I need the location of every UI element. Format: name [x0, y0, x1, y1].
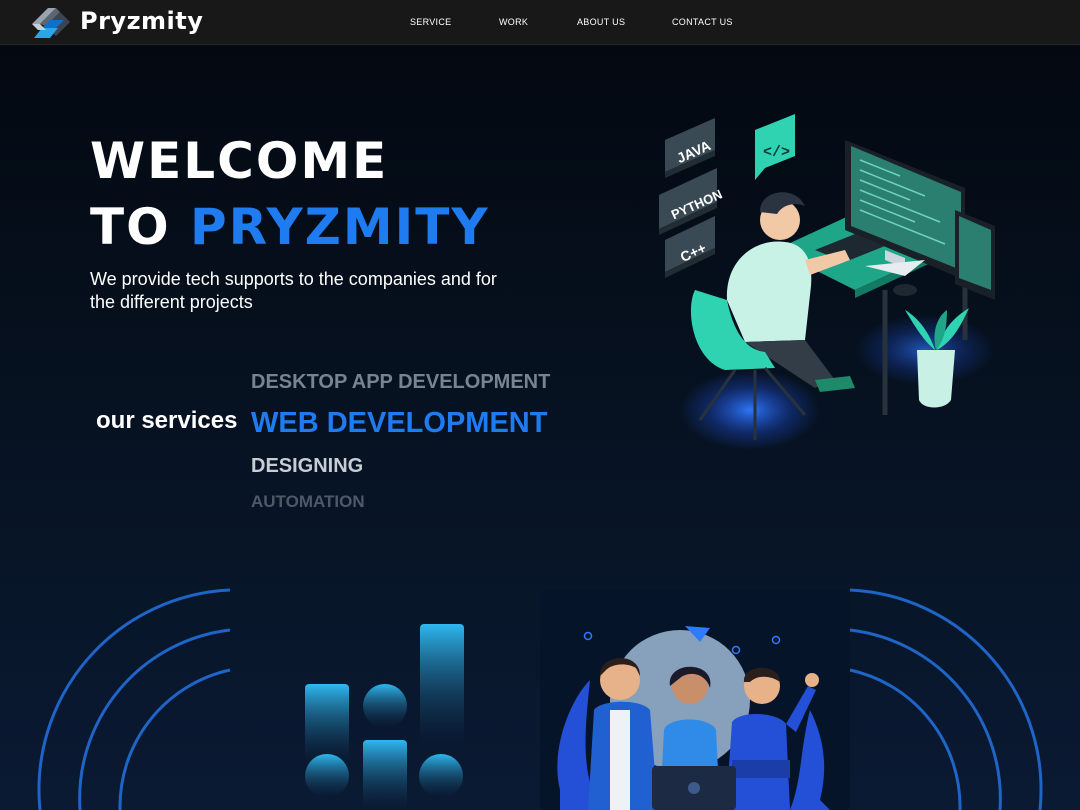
- brand-name[interactable]: Pryzmity: [80, 7, 203, 35]
- code-bubble-icon: </>: [755, 114, 795, 180]
- developer-illustration: JAVA PYTHON C++ </>: [659, 114, 995, 450]
- service-item-desktop-app[interactable]: DESKTOP APP DEVELOPMENT: [251, 371, 550, 394]
- svg-text:</>: </>: [763, 144, 790, 161]
- service-item-web-development[interactable]: WEB DEVELOPMENT: [251, 407, 547, 440]
- service-item-designing[interactable]: DESIGNING: [251, 455, 363, 478]
- service-item-automation[interactable]: AUTOMATION: [251, 492, 365, 512]
- hero-title-prefix: TO: [90, 198, 191, 256]
- hero-title-line2: TO PRYZMITY: [90, 194, 490, 260]
- java-tag: JAVA: [665, 118, 715, 178]
- hero-title-line1: WELCOME: [90, 132, 389, 190]
- team-illustration: [540, 590, 850, 810]
- nav-about-us[interactable]: ABOUT US: [577, 17, 625, 27]
- nav-work[interactable]: WORK: [499, 17, 528, 27]
- navbar: Pryzmity SERVICE WORK ABOUT US CONTACT U…: [0, 0, 1080, 45]
- nav-service[interactable]: SERVICE: [410, 17, 451, 27]
- logo-icon[interactable]: [30, 4, 72, 42]
- hero-title-accent: PRYZMITY: [190, 198, 490, 256]
- hero-title: WELCOME TO PRYZMITY: [90, 128, 490, 260]
- page: Pryzmity SERVICE WORK ABOUT US CONTACT U…: [0, 0, 1080, 810]
- services-label: our services: [96, 407, 238, 434]
- hero-tagline: We provide tech supports to the companie…: [90, 269, 497, 312]
- data-bars-graphic: [305, 624, 464, 810]
- nav-contact-us[interactable]: CONTACT US: [672, 17, 733, 27]
